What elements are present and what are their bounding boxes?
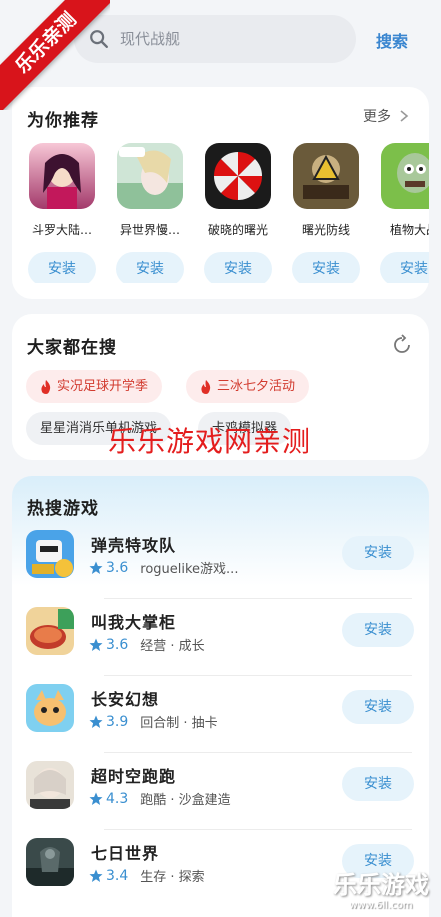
install-button[interactable]: 安装 [28, 252, 96, 283]
search-input[interactable] [120, 30, 320, 48]
install-button[interactable]: 安装 [292, 252, 360, 283]
game-icon [26, 530, 74, 578]
site-logo-title: 乐乐游戏 [333, 870, 429, 899]
game-row[interactable]: 长安幻想 3.9 回合制 · 抽卡 安装 [26, 676, 418, 753]
site-logo: 乐乐游戏 www.6ll.com [321, 865, 441, 917]
game-rating: 3.4 [106, 867, 129, 884]
recommend-item[interactable]: 破晓的曙光 安装 [202, 143, 274, 283]
recommend-list: 斗罗大陆… 安装 异世界慢… 安装 破晓的曙光 安装 曙光防线 安装 植物大 安… [26, 143, 429, 283]
game-row[interactable]: 超时空跑跑 4.3 跑酷 · 沙盒建造 安装 [26, 753, 418, 830]
game-tags: 生存 · 探索 [140, 870, 205, 885]
game-name: 弹壳特攻队 [91, 536, 177, 555]
game-tags: 经营 · 成长 [140, 639, 205, 654]
hot-games-title: 热搜游戏 [27, 499, 99, 519]
trending-tag-label: 实况足球开学季 [57, 379, 149, 394]
ribbon-text: 乐乐亲测 [0, 0, 110, 110]
flame-icon [201, 379, 211, 394]
recommend-item[interactable]: 异世界慢… 安装 [114, 143, 186, 283]
game-icon [117, 143, 183, 209]
game-icon [26, 607, 74, 655]
more-link[interactable]: 更多 [363, 106, 411, 126]
game-meta: 3.4 生存 · 探索 [89, 866, 205, 885]
game-icon [29, 143, 95, 209]
game-icon [26, 684, 74, 732]
game-meta: 3.6 roguelike游戏... [89, 558, 238, 577]
install-button[interactable]: 安装 [342, 613, 414, 647]
trending-tag-label: 三冰七夕活动 [217, 379, 296, 394]
site-logo-url: www.6ll.com [349, 900, 413, 911]
game-icon [293, 143, 359, 209]
game-name: 叫我大掌柜 [91, 613, 177, 632]
game-icon [26, 838, 74, 886]
star-icon [89, 561, 103, 574]
game-row[interactable]: 弹壳特攻队 3.6 roguelike游戏... 安装 [26, 522, 418, 599]
game-name: 斗罗大陆… [31, 223, 92, 237]
star-icon [89, 869, 103, 882]
game-rating: 4.3 [106, 790, 129, 807]
watermark-text: 乐乐游戏网亲测 [108, 425, 312, 458]
trending-tag[interactable]: 实况足球开学季 [26, 370, 163, 403]
recommend-item[interactable]: 植物大战 安装 [378, 143, 429, 283]
refresh-icon[interactable] [391, 334, 413, 356]
star-icon [89, 792, 103, 805]
game-tags: 跑酷 · 沙盒建造 [140, 793, 231, 808]
game-name: 异世界慢… [119, 223, 180, 237]
game-tags: roguelike游戏... [140, 562, 239, 577]
game-icon [205, 143, 271, 209]
star-icon [89, 715, 103, 728]
game-rating: 3.6 [106, 636, 129, 653]
install-button[interactable]: 安装 [204, 252, 272, 283]
more-label: 更多 [363, 109, 391, 125]
game-name: 植物大战 [389, 223, 429, 237]
game-rating: 3.9 [106, 713, 129, 730]
game-row[interactable]: 叫我大掌柜 3.6 经营 · 成长 安装 [26, 599, 418, 676]
recommend-section: 为你推荐 更多 斗罗大陆… 安装 异世界慢… 安装 破晓的曙光 安装 曙光防线 … [12, 87, 429, 299]
trending-title: 大家都在搜 [27, 338, 117, 358]
game-meta: 3.9 回合制 · 抽卡 [89, 712, 218, 731]
star-icon [89, 638, 103, 651]
search-button[interactable]: 搜索 [376, 28, 408, 52]
game-name: 超时空跑跑 [91, 767, 177, 786]
hot-games-section: 热搜游戏 弹壳特攻队 3.6 roguelike游戏... 安装 叫我大掌柜 3… [12, 476, 429, 917]
install-button[interactable]: 安装 [342, 536, 414, 570]
search-bar[interactable] [74, 15, 356, 63]
game-name: 破晓的曙光 [207, 223, 268, 237]
install-button[interactable]: 安装 [380, 252, 429, 283]
game-meta: 4.3 跑酷 · 沙盒建造 [89, 789, 231, 808]
game-name: 长安幻想 [91, 690, 160, 709]
game-tags: 回合制 · 抽卡 [140, 716, 218, 731]
recommend-item[interactable]: 曙光防线 安装 [290, 143, 362, 283]
install-button[interactable]: 安装 [116, 252, 184, 283]
corner-ribbon: 乐乐亲测 [0, 0, 110, 110]
flame-icon [41, 379, 51, 394]
game-name: 七日世界 [91, 844, 160, 863]
chevron-right-icon [400, 110, 409, 122]
install-button[interactable]: 安装 [342, 690, 414, 724]
recommend-item[interactable]: 斗罗大陆… 安装 [26, 143, 98, 283]
game-icon [26, 761, 74, 809]
game-name: 曙光防线 [301, 223, 350, 237]
game-icon [381, 143, 429, 209]
trending-tag[interactable]: 三冰七夕活动 [186, 370, 310, 403]
game-meta: 3.6 经营 · 成长 [89, 635, 205, 654]
install-button[interactable]: 安装 [342, 767, 414, 801]
game-rating: 3.6 [106, 559, 129, 576]
